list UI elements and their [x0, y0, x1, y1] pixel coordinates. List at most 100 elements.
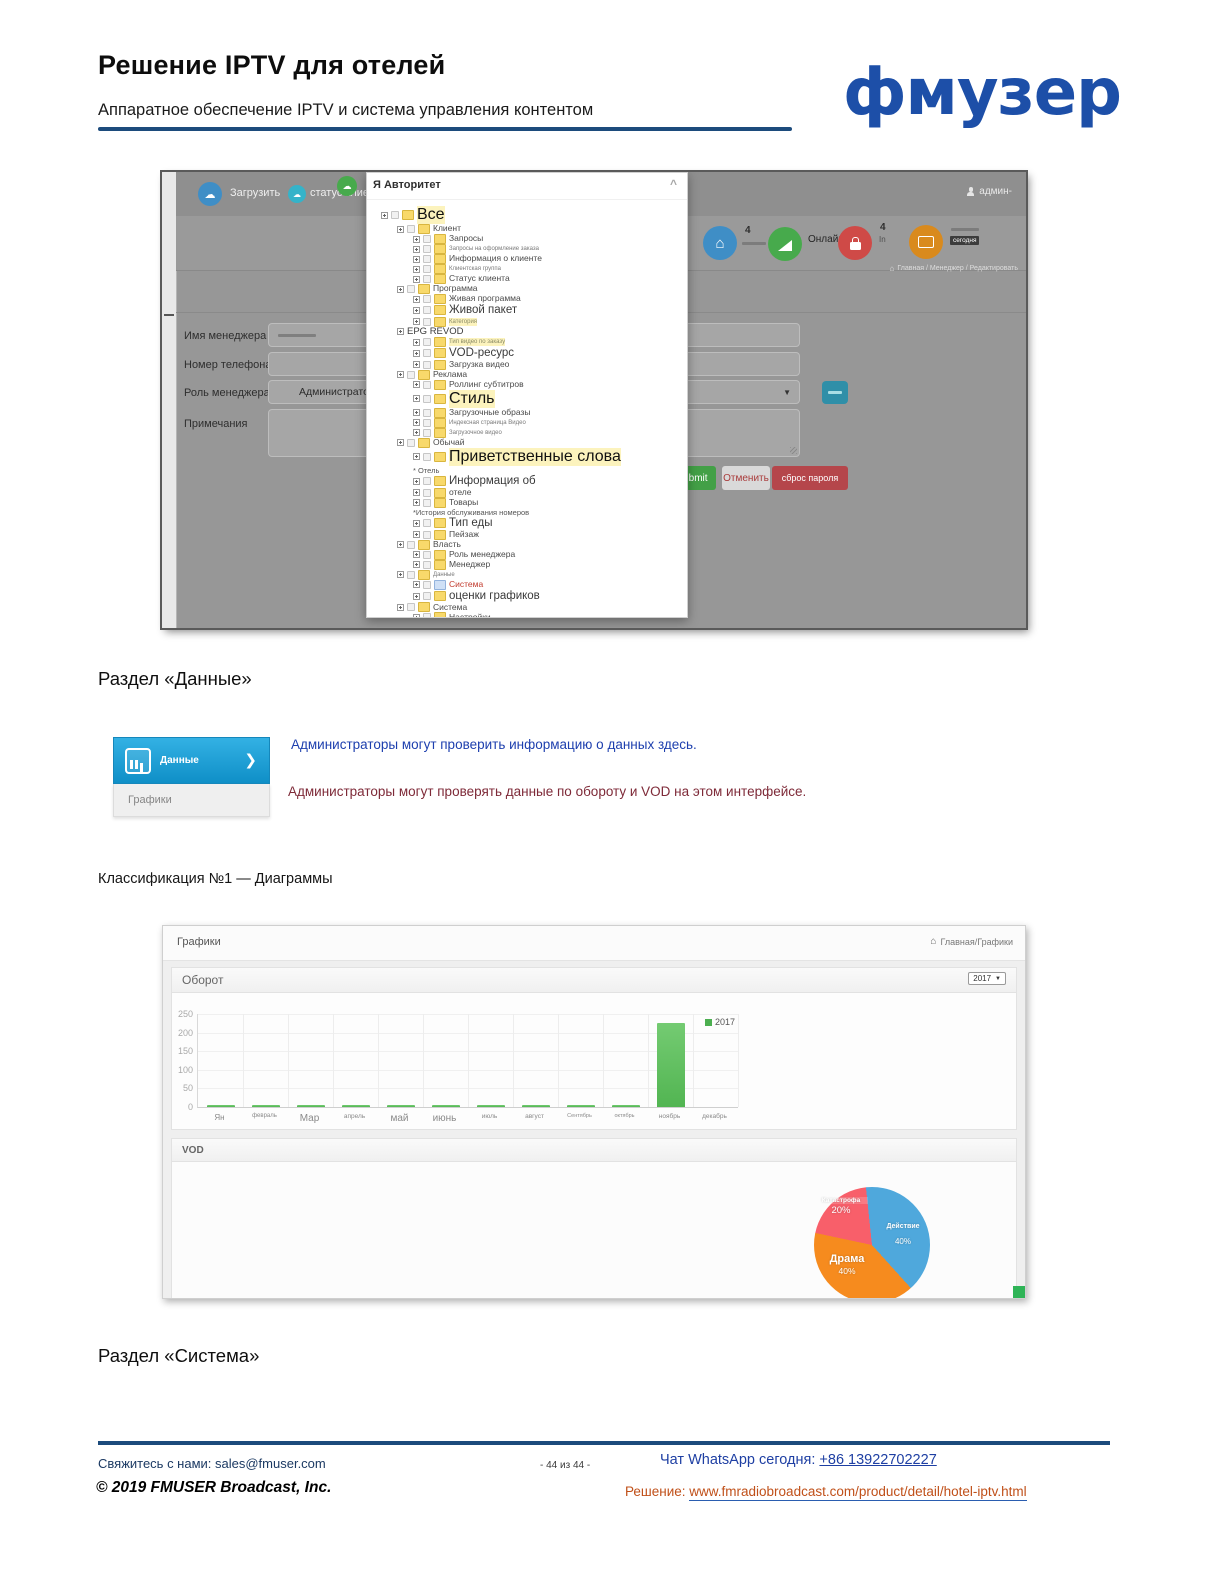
checkbox[interactable] [423, 349, 431, 358]
tree-item[interactable]: Власть [367, 539, 687, 550]
chart-legend[interactable]: 2017 [705, 1017, 735, 1027]
tree-item[interactable]: Тип еды [367, 517, 687, 530]
tree-item[interactable]: *История обслуживания номеров [367, 508, 687, 517]
checkbox[interactable] [423, 295, 431, 303]
today-stat-icon[interactable] [909, 225, 943, 259]
checkbox[interactable] [423, 613, 431, 617]
footer-contact[interactable]: Свяжитесь с нами: sales@fmuser.com [98, 1456, 326, 1471]
checkbox[interactable] [407, 603, 415, 612]
checkbox[interactable] [423, 580, 431, 589]
upload-label[interactable]: Загрузить [230, 187, 280, 199]
expand-icon[interactable] [413, 349, 420, 357]
expand-icon[interactable] [397, 225, 404, 233]
footer-whatsapp[interactable]: Чат WhatsApp сегодня: +86 13922702227 [660, 1452, 937, 1468]
tree-item[interactable]: Загрузка видео [367, 359, 687, 370]
expand-icon[interactable] [413, 275, 420, 283]
checkbox[interactable] [423, 380, 431, 389]
tree-item[interactable]: VOD-ресурс [367, 347, 687, 360]
role-action-button[interactable] [822, 381, 848, 404]
tree-item[interactable]: Пейзаж [367, 529, 687, 540]
tree-item[interactable]: Клиентская группа [367, 264, 687, 274]
checkbox[interactable] [407, 438, 415, 447]
expand-icon[interactable] [397, 439, 404, 447]
checkbox[interactable] [423, 317, 431, 326]
checkbox[interactable] [423, 592, 431, 601]
checkbox[interactable] [423, 530, 431, 539]
tree-item[interactable]: Информация об [367, 475, 687, 488]
checkbox[interactable] [423, 306, 431, 315]
expand-icon[interactable] [413, 395, 420, 403]
tree-item[interactable]: Товары [367, 497, 687, 508]
client-status-icon[interactable]: ☁ [288, 185, 306, 203]
cancel-button[interactable]: Отменить [722, 466, 770, 490]
expand-icon[interactable] [397, 371, 404, 379]
checkbox[interactable] [407, 285, 415, 293]
expand-icon[interactable] [413, 245, 420, 253]
expand-icon[interactable] [413, 551, 420, 559]
charts-breadcrumb[interactable]: ⌂ Главная/Графики [930, 936, 1013, 947]
checkbox[interactable] [423, 265, 431, 273]
tree-item[interactable]: Информация о клиенте [367, 254, 687, 264]
expand-icon[interactable] [413, 477, 420, 485]
expand-icon[interactable] [397, 328, 404, 336]
expand-icon[interactable] [413, 235, 420, 243]
tree-item[interactable]: отеле [367, 487, 687, 498]
bar[interactable] [206, 1104, 235, 1107]
checkbox[interactable] [407, 570, 415, 579]
expand-icon[interactable] [413, 361, 420, 369]
checkbox[interactable] [423, 338, 431, 347]
bar[interactable] [386, 1104, 415, 1107]
expand-icon[interactable] [397, 541, 404, 549]
expand-icon[interactable] [413, 255, 420, 263]
tree-item[interactable]: * Отель [367, 466, 687, 475]
menu-toggle-icon[interactable] [164, 314, 174, 316]
tree-item[interactable]: Настройки [367, 612, 687, 617]
checkbox[interactable] [423, 360, 431, 369]
tree-item[interactable]: оценки графиков [367, 590, 687, 603]
expand-icon[interactable] [397, 285, 404, 293]
tree-item[interactable]: Реклама [367, 369, 687, 380]
bar[interactable] [431, 1104, 460, 1107]
whatsapp-number[interactable]: +86 13922702227 [819, 1452, 936, 1468]
checkbox[interactable] [407, 540, 415, 549]
checkbox[interactable] [407, 370, 415, 379]
upload-cloud-icon[interactable]: ☁ [198, 182, 222, 206]
expand-icon[interactable] [413, 519, 420, 527]
expand-icon[interactable] [413, 381, 420, 389]
checkbox[interactable] [423, 498, 431, 507]
expand-icon[interactable] [413, 499, 420, 507]
expand-icon[interactable] [397, 603, 404, 611]
expand-icon[interactable] [397, 571, 404, 579]
year-select[interactable]: 2017 ▼ [968, 972, 1006, 985]
reset-password-button[interactable]: сброс пароля [772, 466, 848, 490]
tree-item[interactable]: Живая программа [367, 294, 687, 304]
expand-icon[interactable] [413, 561, 420, 569]
tree-item[interactable]: Загрузочные образы [367, 407, 687, 418]
expand-icon[interactable] [413, 531, 420, 539]
tree-item[interactable]: Роллинг субтитров [367, 379, 687, 390]
expand-icon[interactable] [413, 429, 420, 437]
online-stat-icon[interactable] [768, 227, 802, 261]
tree-item[interactable]: EPG REVOD [367, 326, 687, 338]
tree-item[interactable]: Система [367, 602, 687, 613]
collapsed-sidebar[interactable] [162, 172, 177, 628]
expand-icon[interactable] [413, 409, 420, 417]
checkbox[interactable] [423, 550, 431, 559]
bar[interactable] [656, 1023, 685, 1107]
clients-stat-icon[interactable]: ⌂ [703, 226, 737, 260]
checkbox[interactable] [423, 519, 431, 528]
tree-item[interactable]: Индексная страница Видео [367, 417, 687, 428]
tree-item[interactable]: Приветственные слова [367, 447, 687, 466]
checkbox[interactable] [423, 408, 431, 417]
expand-icon[interactable] [413, 295, 420, 303]
expand-icon[interactable] [381, 211, 388, 219]
expand-icon[interactable] [413, 592, 420, 600]
expand-icon[interactable] [413, 318, 420, 326]
checkbox[interactable] [423, 418, 431, 427]
tree-item[interactable]: Запросы [367, 234, 687, 244]
expand-icon[interactable] [413, 453, 420, 461]
checkbox[interactable] [423, 488, 431, 497]
expand-icon[interactable] [413, 338, 420, 346]
bar[interactable] [611, 1104, 640, 1107]
checkbox[interactable] [423, 428, 431, 437]
